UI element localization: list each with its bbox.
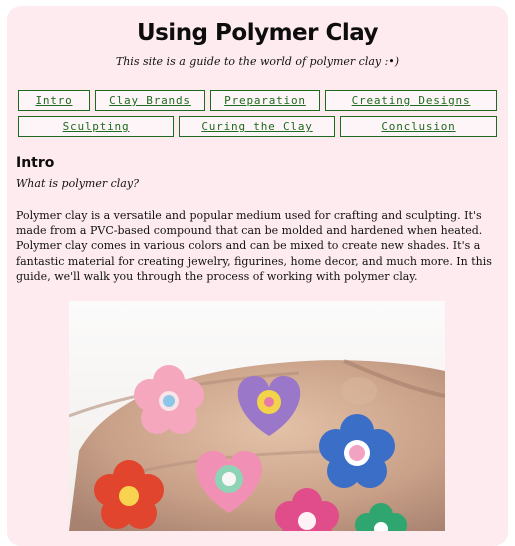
nav-button-creating-designs[interactable]: Creating Designs (325, 90, 497, 111)
page-title: Using Polymer Clay (136, 20, 379, 46)
nav-button-clay-brands[interactable]: Clay Brands (95, 90, 205, 111)
section-subheading: What is polymer clay? (16, 177, 139, 190)
polymer-clay-beads-photo (69, 301, 445, 531)
nav-button-conclusion[interactable]: Conclusion (340, 116, 497, 137)
nav-button-intro[interactable]: Intro (18, 90, 90, 111)
nav-button-sculpting[interactable]: Sculpting (18, 116, 174, 137)
section-heading: Intro (16, 155, 55, 171)
section-body-text: Polymer clay is a versatile and popular … (16, 209, 492, 283)
nav-button-curing-the-clay[interactable]: Curing the Clay (179, 116, 335, 137)
page-subtitle: This site is a guide to the world of pol… (115, 55, 400, 68)
nav-button-preparation[interactable]: Preparation (210, 90, 320, 111)
